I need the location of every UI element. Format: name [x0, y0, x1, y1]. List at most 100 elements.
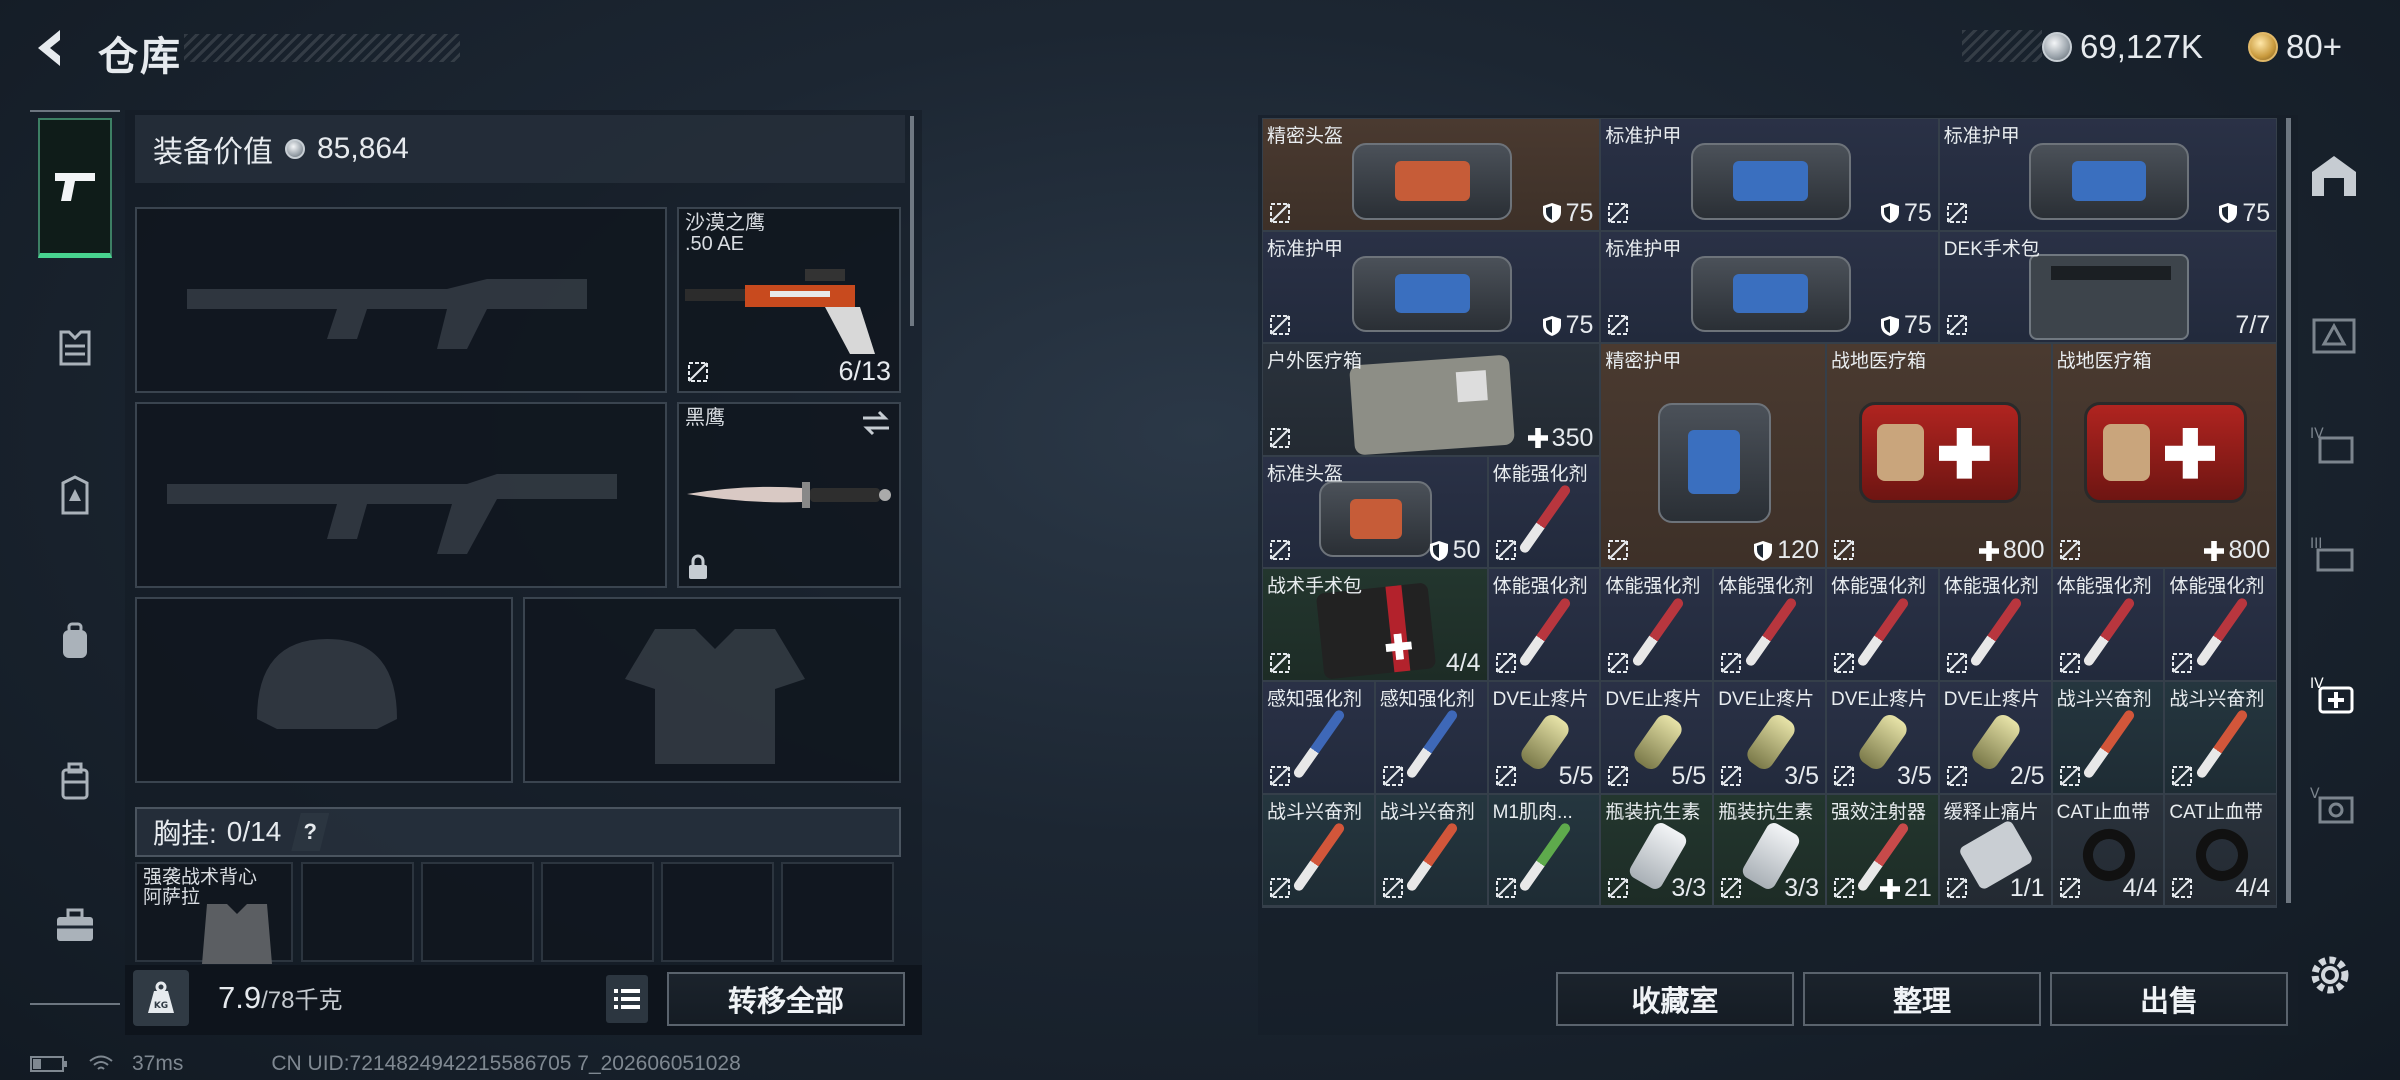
stash-item[interactable]: 体能强化剂	[2164, 568, 2278, 681]
chest-rig-empty-slot[interactable]	[301, 862, 414, 962]
item-value-text: 7/7	[2235, 311, 2271, 340]
stash-item[interactable]: DVE止疼片 2/5	[1938, 681, 2052, 794]
armor-item-icon	[1690, 143, 1851, 220]
rail-armor[interactable]	[38, 308, 112, 388]
stash-item[interactable]: 战斗兴奋剂	[2164, 681, 2278, 794]
stash-item[interactable]: 体能强化剂	[1600, 568, 1714, 681]
rail-toolbox[interactable]	[38, 885, 112, 965]
stash-item[interactable]: CAT止血带 4/4	[2051, 793, 2165, 907]
stash-scrollbar[interactable]	[2286, 118, 2291, 903]
stash-item[interactable]: 精密头盔 75	[1262, 118, 1601, 231]
item-name: 强效注射器	[1831, 801, 1927, 823]
stash-item[interactable]: DVE止疼片 3/5	[1713, 681, 1826, 794]
stash-item[interactable]: 体能强化剂	[1487, 455, 1601, 569]
stash-item[interactable]: 战斗兴奋剂	[1374, 793, 1488, 907]
stash-item[interactable]: 缓释止痛片 1/1	[1938, 793, 2052, 907]
item-name: CAT止血带	[2056, 801, 2151, 823]
item-value-text: 2/5	[2009, 761, 2045, 790]
stash-item[interactable]: 精密护甲 120	[1600, 343, 1826, 569]
stash-empty-slot[interactable]	[1374, 906, 1488, 909]
stash-item[interactable]: 瓶装抗生素 3/3	[1713, 793, 1826, 907]
stash-item[interactable]: 强效注射器 21	[1826, 793, 1939, 907]
currency-decoration	[1962, 30, 2042, 62]
stash-item[interactable]: DVE止疼片 5/5	[1600, 681, 1714, 794]
item-value: 3/3	[1784, 874, 1819, 903]
sidearm-slot[interactable]: 沙漠之鹰 .50 AE 6/13	[677, 207, 901, 393]
stash-item[interactable]: 感知强化剂	[1374, 681, 1488, 794]
loadout-scrollbar[interactable]	[910, 116, 914, 326]
stash-item[interactable]: 战斗兴奋剂	[2051, 681, 2165, 794]
stash-tab-4[interactable]: III	[2294, 520, 2374, 590]
settings-gear-icon[interactable]	[2305, 950, 2355, 1000]
item-name: 体能强化剂	[1492, 463, 1588, 485]
helmet-slot[interactable]	[135, 597, 513, 783]
primary-weapon-slot-2[interactable]	[135, 402, 667, 588]
stash-item[interactable]: 标准护甲 75	[1262, 230, 1601, 344]
stash-tab-home[interactable]	[2294, 140, 2374, 210]
stash-item[interactable]: DVE止疼片 5/5	[1487, 681, 1601, 794]
stash-empty-slot[interactable]	[2051, 906, 2165, 909]
stash-tab-2[interactable]	[2294, 300, 2374, 370]
stash-item[interactable]: M1肌肉...	[1487, 793, 1601, 907]
melee-slot[interactable]: 黑鹰	[677, 402, 901, 588]
help-button[interactable]: ?	[291, 813, 330, 851]
shield-icon	[1542, 203, 1561, 224]
syringe-icon	[1630, 596, 1685, 668]
stash-item[interactable]: 标准头盔 50	[1262, 455, 1488, 569]
surgical-kit-icon	[2028, 253, 2189, 340]
stash-empty-slot[interactable]	[1826, 906, 1939, 909]
chest-rig-empty-slot[interactable]	[541, 862, 654, 962]
stash-item[interactable]: 标准护甲 75	[1600, 118, 1939, 231]
stash-item[interactable]: 瓶装抗生素 3/3	[1600, 793, 1714, 907]
stash-item[interactable]: 感知强化剂	[1262, 681, 1375, 794]
stash-item[interactable]: CAT止血带 4/4	[2164, 793, 2278, 907]
stash-item[interactable]: 户外医疗箱 350	[1262, 343, 1601, 456]
chest-rig-empty-slot[interactable]	[781, 862, 894, 962]
stash-tab-3[interactable]: IV	[2294, 410, 2374, 480]
rail-weapons[interactable]	[38, 118, 112, 258]
stash-empty-slot[interactable]	[1487, 906, 1601, 909]
stash-item[interactable]: 体能强化剂	[1487, 568, 1601, 681]
rail-container[interactable]	[38, 740, 112, 820]
sell-button[interactable]: 出售	[2050, 972, 2288, 1026]
stash-item[interactable]: 战斗兴奋剂	[1262, 793, 1375, 907]
chest-rig-empty-slot[interactable]	[661, 862, 774, 962]
stash-item[interactable]: 体能强化剂	[1826, 568, 1939, 681]
transfer-all-button[interactable]: 转移全部	[667, 972, 905, 1026]
stash-empty-slot[interactable]	[2164, 906, 2278, 909]
lock-icon	[689, 554, 707, 579]
list-view-button[interactable]	[606, 975, 648, 1023]
stash-item[interactable]: 体能强化剂	[1713, 568, 1826, 681]
swap-icon[interactable]	[861, 410, 891, 436]
stash-item[interactable]: 战术手术包 4/4	[1262, 568, 1488, 681]
stash-item[interactable]: 标准护甲 75	[1600, 230, 1939, 344]
stash-item[interactable]: DEK手术包 7/7	[1938, 230, 2278, 344]
sidearm-name: 沙漠之鹰	[685, 212, 765, 234]
rail-backpack[interactable]	[38, 600, 112, 680]
collection-room-button[interactable]: 收藏室	[1556, 972, 1794, 1026]
chest-rig-item[interactable]: 强袭战术背心 阿萨拉	[135, 862, 293, 964]
stash-tab-medical[interactable]: IV	[2294, 660, 2374, 730]
primary-weapon-slot-1[interactable]	[135, 207, 667, 393]
stash-empty-slot[interactable]	[1713, 906, 1826, 909]
stash-empty-slot[interactable]	[1600, 906, 1714, 909]
stash-empty-slot[interactable]	[1938, 906, 2052, 909]
sort-button[interactable]: 整理	[1803, 972, 2041, 1026]
armor-slot[interactable]	[523, 597, 901, 783]
stash-item[interactable]: 战地医疗箱 800	[1826, 343, 2052, 569]
stash-item[interactable]: 体能强化剂	[1938, 568, 2052, 681]
stash-empty-slot[interactable]	[1262, 906, 1375, 909]
gold-currency[interactable]: 80+	[2248, 26, 2342, 68]
no-drop-icon	[1495, 540, 1516, 561]
stash-item[interactable]: 标准护甲 75	[1938, 118, 2278, 231]
item-name: 体能强化剂	[1492, 576, 1588, 598]
stash-item[interactable]: 战地医疗箱 800	[2051, 343, 2278, 569]
stash-tab-6[interactable]: V	[2294, 770, 2374, 840]
stash-item[interactable]: 体能强化剂	[2051, 568, 2165, 681]
stash-item[interactable]: DVE止疼片 3/5	[1826, 681, 1939, 794]
rail-chest-rig[interactable]	[38, 455, 112, 535]
silver-currency[interactable]: 69,127K	[2042, 26, 2203, 68]
chest-rig-empty-slot[interactable]	[421, 862, 534, 962]
item-name: 标准头盔	[1267, 463, 1344, 485]
back-button[interactable]	[30, 26, 74, 70]
